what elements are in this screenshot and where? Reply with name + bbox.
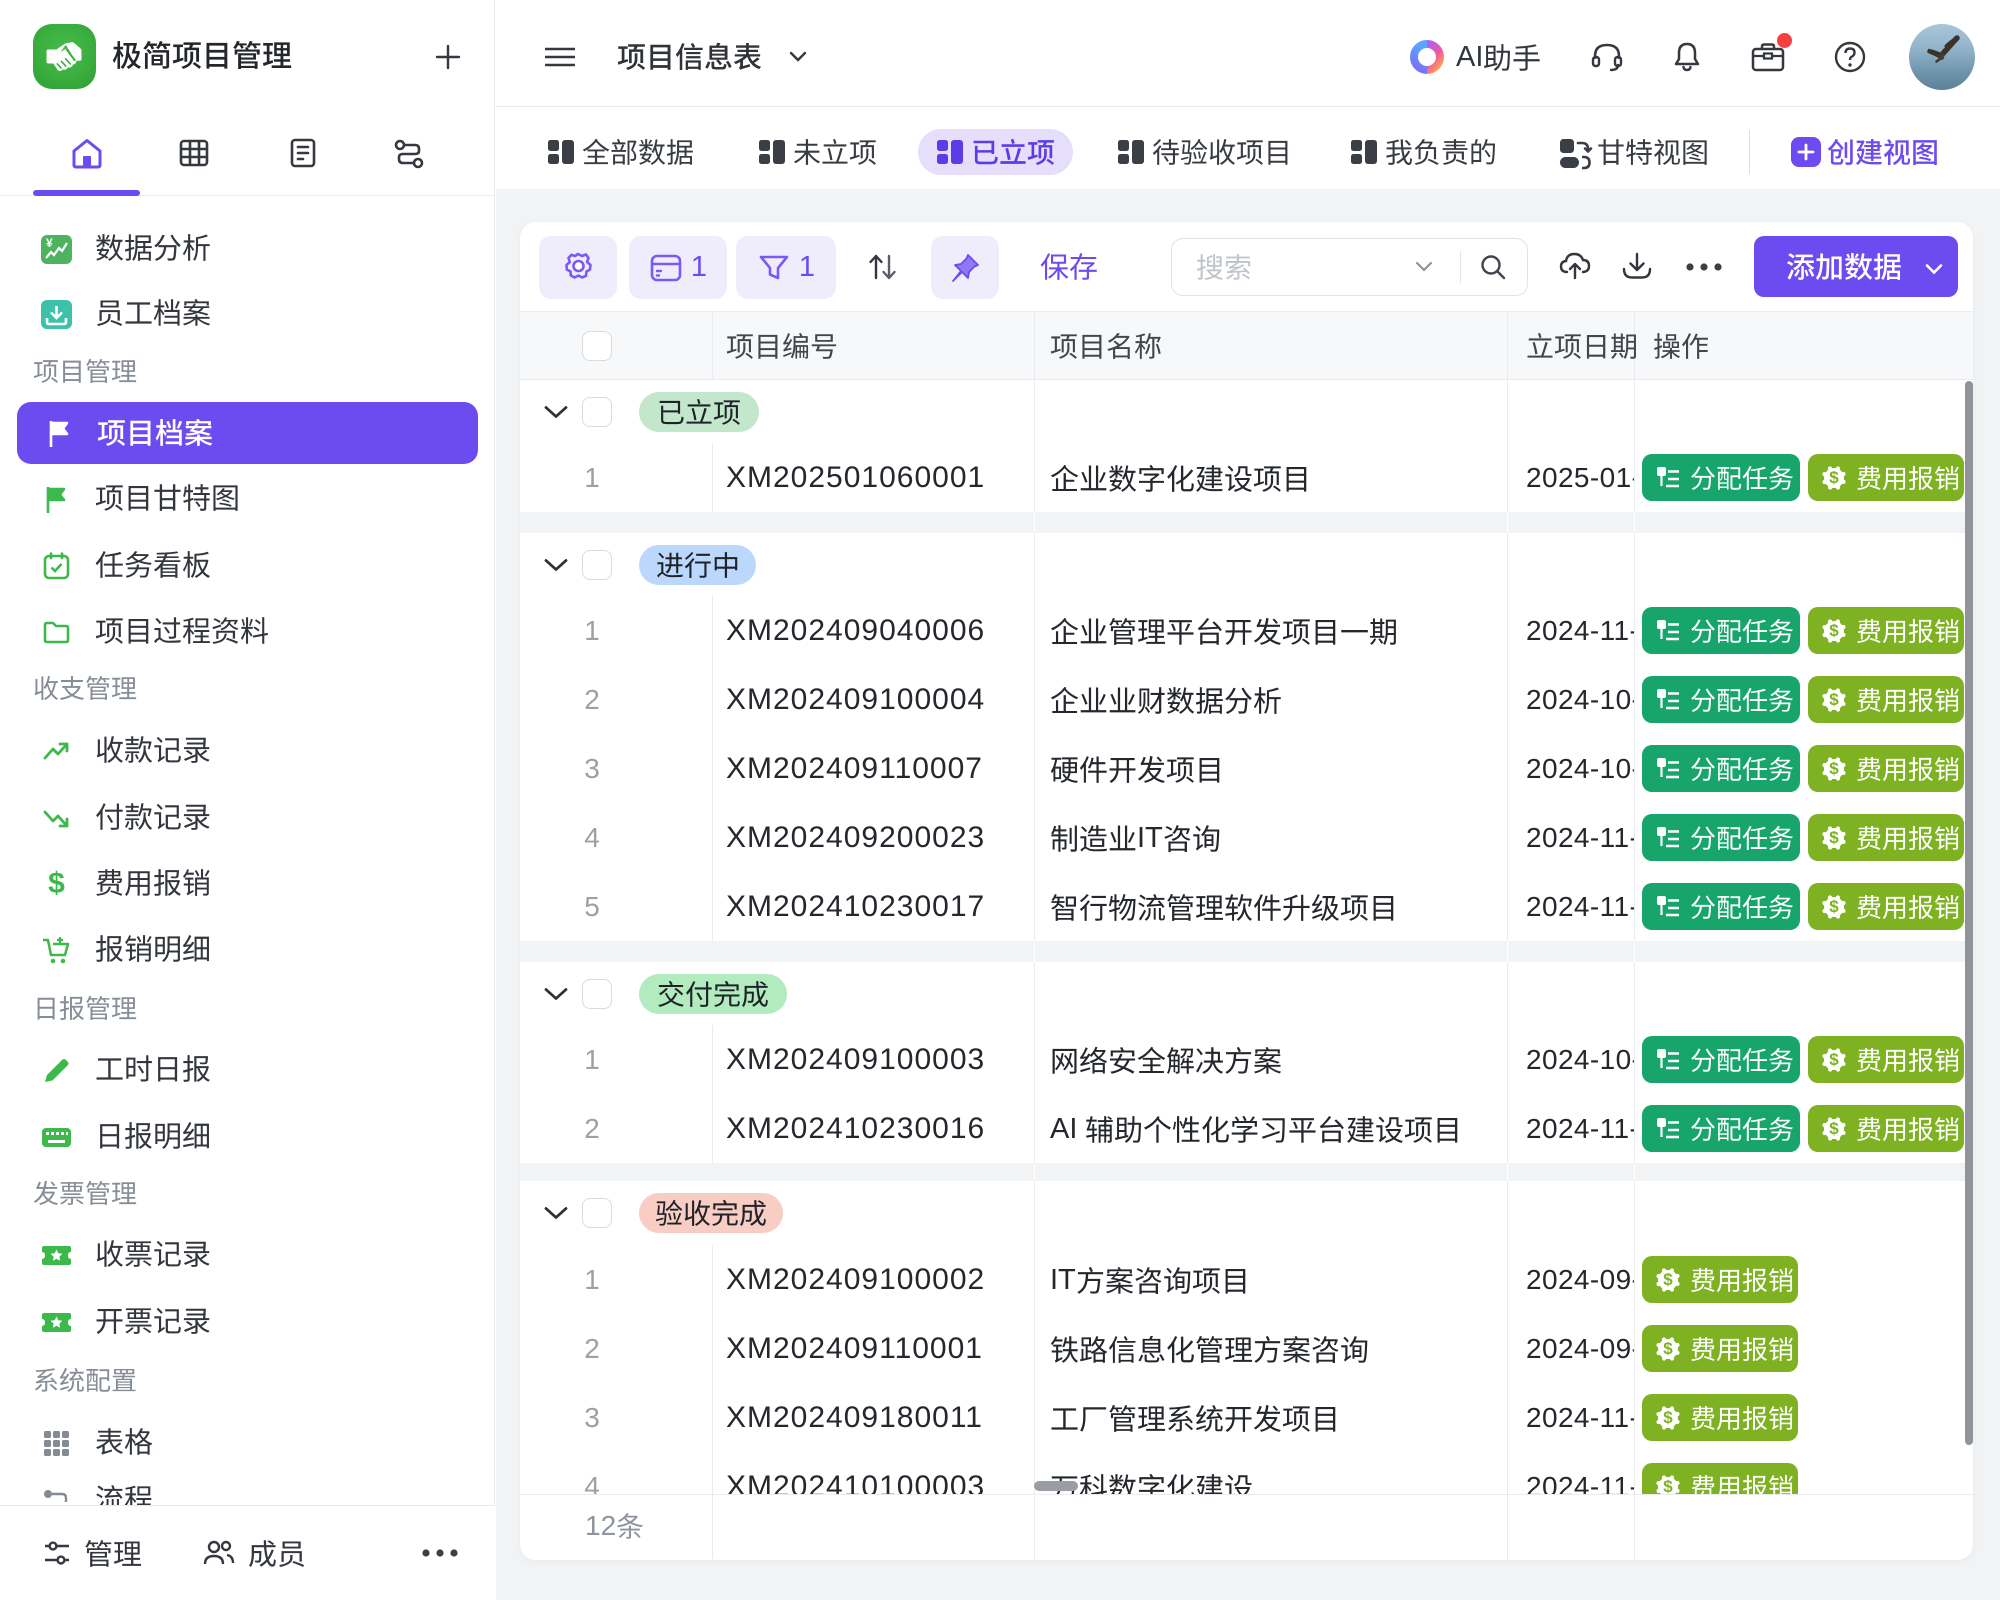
svg-text:¥: ¥ — [46, 236, 53, 250]
